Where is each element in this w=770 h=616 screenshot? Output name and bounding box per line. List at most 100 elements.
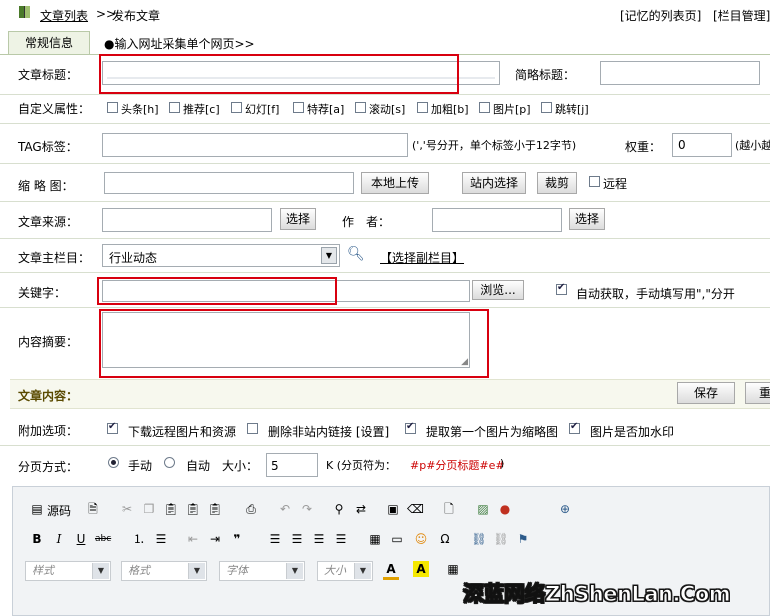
- browse-button[interactable]: 浏览...: [472, 280, 524, 300]
- link-icon[interactable]: ⛓: [471, 531, 487, 547]
- paste-icon[interactable]: 📋︎: [163, 501, 179, 517]
- format-combo-label: 格式: [128, 564, 150, 577]
- align-right-icon[interactable]: ☰: [311, 531, 327, 547]
- insert-code-icon[interactable]: ▦: [445, 561, 461, 577]
- flag-checkbox-b[interactable]: [417, 102, 428, 113]
- image-icon[interactable]: ▨: [475, 501, 491, 517]
- reset-button[interactable]: 重: [745, 382, 770, 404]
- column-manage-link[interactable]: [栏目管理]: [713, 7, 770, 24]
- underline-icon[interactable]: U: [73, 531, 89, 547]
- flag-checkbox-h[interactable]: [107, 102, 118, 113]
- flag-checkbox-j[interactable]: [541, 102, 552, 113]
- watermark-checkbox[interactable]: [569, 421, 580, 434]
- redo-icon[interactable]: ↷: [299, 501, 315, 517]
- print-icon[interactable]: ⎙: [243, 501, 259, 517]
- document-icon[interactable]: 🗎: [85, 501, 101, 517]
- breadcrumb-article-list-link[interactable]: 文章列表: [40, 7, 88, 24]
- magnifier-icon[interactable]: 🔍︎: [347, 246, 365, 262]
- copy-icon[interactable]: ❐: [141, 501, 157, 517]
- remote-checkbox[interactable]: [589, 176, 600, 187]
- save-button[interactable]: 保存: [677, 382, 735, 404]
- short-title-label: 简略标题：: [515, 68, 576, 82]
- chevron-down-icon: ▼: [92, 563, 109, 579]
- main-column-select[interactable]: 行业动态 ▼: [102, 244, 340, 267]
- tab-collect-url[interactable]: ●输入网址采集单个网页>>: [104, 35, 255, 52]
- paging-manual-radio[interactable]: [108, 457, 119, 468]
- row-divider: [0, 445, 770, 446]
- blockquote-icon[interactable]: ❞: [229, 531, 245, 547]
- download-remote-checkbox[interactable]: [107, 421, 118, 434]
- auto-keywords-checkbox[interactable]: [556, 282, 567, 295]
- author-input[interactable]: [432, 208, 562, 232]
- flag-checkbox-c[interactable]: [169, 102, 180, 113]
- source-input[interactable]: [102, 208, 272, 232]
- align-justify-icon[interactable]: ☰: [333, 531, 349, 547]
- bold-icon[interactable]: B: [29, 531, 45, 547]
- author-select-button[interactable]: 选择: [569, 208, 605, 230]
- flag-checkbox-f[interactable]: [231, 102, 242, 113]
- find-icon[interactable]: ⚲: [331, 501, 347, 517]
- remove-format-icon[interactable]: ⌫: [407, 501, 424, 517]
- watermark-logo: 深蓝网络ZhShenLan.Com: [462, 582, 731, 607]
- site-select-button[interactable]: 站内选择: [462, 172, 526, 194]
- font-combo[interactable]: 字体 ▼: [219, 561, 305, 581]
- background-color-icon[interactable]: A: [413, 561, 429, 577]
- first-image-thumb-checkbox[interactable]: [405, 421, 416, 434]
- remove-links-checkbox[interactable]: [247, 423, 258, 434]
- title-highlight-box: [99, 54, 459, 94]
- page-size-input[interactable]: 5: [266, 453, 318, 477]
- crop-button[interactable]: 裁剪: [537, 172, 577, 194]
- book-icon: [18, 5, 32, 19]
- paste-text-icon[interactable]: 📋︎: [185, 501, 201, 517]
- source-select-button[interactable]: 选择: [280, 208, 316, 230]
- smiley-icon[interactable]: ☺: [413, 531, 429, 547]
- tab-general-info[interactable]: 常规信息: [8, 31, 90, 54]
- main-column-label: 文章主栏目：: [18, 251, 91, 265]
- weight-input[interactable]: 0: [672, 133, 732, 157]
- select-all-icon[interactable]: ▣: [385, 501, 401, 517]
- flag-label-j: 跳转[j]: [555, 103, 589, 116]
- source-icon[interactable]: ▤: [29, 501, 45, 517]
- indent-icon[interactable]: ⇥: [207, 531, 223, 547]
- ordered-list-icon[interactable]: ⒈: [131, 531, 147, 547]
- main-column-value: 行业动态: [109, 251, 158, 265]
- text-color-icon[interactable]: A: [383, 561, 399, 580]
- align-left-icon[interactable]: ☰: [267, 531, 283, 547]
- strikethrough-icon[interactable]: abc: [95, 531, 111, 547]
- replace-icon[interactable]: ⇄: [353, 501, 369, 517]
- undo-icon[interactable]: ↶: [277, 501, 293, 517]
- flash-icon[interactable]: ●: [497, 501, 513, 517]
- table-icon[interactable]: ▦: [367, 531, 383, 547]
- flag-checkbox-s[interactable]: [355, 102, 366, 113]
- anchor-flag-icon[interactable]: ⚑: [515, 531, 531, 547]
- cut-icon[interactable]: ✂: [119, 501, 135, 517]
- thumbnail-input[interactable]: [104, 172, 354, 194]
- unlink-icon[interactable]: ⛓: [493, 531, 509, 547]
- tag-input[interactable]: [102, 133, 408, 157]
- maximize-icon[interactable]: ⊕: [557, 501, 573, 517]
- short-title-input[interactable]: [600, 61, 760, 85]
- source-button-label[interactable]: 源码: [47, 502, 71, 519]
- align-center-icon[interactable]: ☰: [289, 531, 305, 547]
- flag-label-s: 滚动[s]: [369, 103, 406, 116]
- special-char-icon[interactable]: Ω: [437, 531, 453, 547]
- local-upload-button[interactable]: 本地上传: [361, 172, 429, 194]
- italic-icon[interactable]: I: [51, 531, 67, 547]
- horizontal-rule-icon[interactable]: ▭: [389, 531, 405, 547]
- paste-word-icon[interactable]: 📋︎: [207, 501, 223, 517]
- unordered-list-icon[interactable]: ☰: [153, 531, 169, 547]
- tag-hint: (','号分开，单个标签小于12字节): [412, 139, 577, 152]
- size-combo[interactable]: 大小 ▼: [317, 561, 373, 581]
- remember-list-link[interactable]: [记忆的列表页]: [620, 7, 701, 24]
- format-combo[interactable]: 格式 ▼: [121, 561, 207, 581]
- flag-checkbox-a[interactable]: [293, 102, 304, 113]
- weight-value: 0: [678, 138, 686, 152]
- outdent-icon[interactable]: ⇤: [185, 531, 201, 547]
- style-combo[interactable]: 样式 ▼: [25, 561, 111, 581]
- preview-icon[interactable]: 🗋: [441, 501, 457, 517]
- size-combo-label: 大小: [324, 564, 346, 577]
- row-divider: [0, 238, 770, 239]
- flag-checkbox-p[interactable]: [479, 102, 490, 113]
- paging-auto-radio[interactable]: [164, 457, 175, 468]
- select-sub-column-link[interactable]: 【选择副栏目】: [380, 249, 464, 266]
